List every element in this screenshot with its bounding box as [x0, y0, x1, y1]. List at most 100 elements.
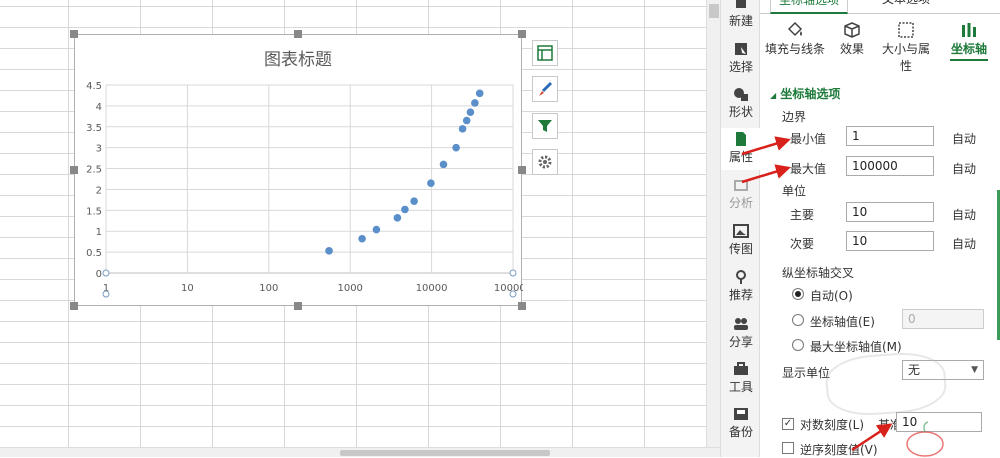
data-point	[401, 205, 409, 214]
tool-tools[interactable]: 工具	[721, 362, 761, 395]
x-tick-label: 100000	[494, 283, 523, 294]
cross-max-label[interactable]: 最大坐标轴值(M)	[810, 338, 902, 355]
y-tick-label: 2.5	[86, 165, 102, 176]
share-icon	[734, 318, 748, 330]
major-auto-button[interactable]: 自动	[952, 206, 976, 223]
reverse-order-label[interactable]: 逆序刻度值(V)	[800, 441, 878, 458]
axis-bars-icon	[962, 23, 976, 37]
resize-handle-tm[interactable]	[294, 30, 302, 38]
subtab-label: 填充与线条	[764, 42, 825, 56]
log-scale-checkbox[interactable]: ✓	[782, 418, 794, 430]
min-auto-button[interactable]: 自动	[952, 130, 976, 147]
resize-handle-ml[interactable]	[70, 166, 78, 174]
resize-handle-mr[interactable]	[518, 166, 526, 174]
y-tick-label: 4.5	[86, 81, 102, 92]
max-value-input[interactable]: 100000	[846, 156, 934, 176]
minor-unit-input[interactable]: 10	[846, 231, 934, 251]
resize-handle-tr[interactable]	[518, 30, 526, 38]
resize-handle-bl[interactable]	[70, 302, 78, 310]
analysis-icon	[734, 180, 748, 191]
min-value-input[interactable]: 1	[846, 126, 934, 146]
size-properties-icon	[898, 22, 914, 38]
recommend-icon	[736, 270, 746, 284]
collapse-triangle-icon: ◢	[770, 91, 777, 100]
y-tick-label: 0	[96, 269, 102, 280]
y-tick-label: 1.5	[86, 206, 102, 217]
y-tick-label: 3	[96, 144, 102, 155]
chart-settings-icon	[538, 155, 552, 169]
tool-upload-image[interactable]: 传图	[721, 224, 761, 257]
x-tick-label: 10000	[416, 283, 448, 294]
max-auto-button[interactable]: 自动	[952, 160, 976, 177]
cross-auto-label[interactable]: 自动(O)	[810, 287, 853, 304]
vertical-scroll-thumb[interactable]	[709, 4, 719, 18]
log-scale-label[interactable]: 对数刻度(L)	[800, 416, 864, 433]
upload-image-icon	[733, 224, 749, 238]
tool-label: 工具	[728, 380, 753, 394]
backup-icon	[734, 408, 748, 420]
cross-axis-value-input[interactable]: 0	[902, 309, 984, 329]
chart-style-button[interactable]	[532, 76, 558, 102]
units-label: 单位	[782, 184, 807, 198]
subtab-size-properties[interactable]: 大小与属性	[878, 22, 934, 74]
pane-tab-bar: 坐标轴选项 文本选项	[760, 0, 1000, 14]
chart-elements-button[interactable]	[532, 40, 558, 66]
subtab-fill-line[interactable]: 填充与线条	[764, 22, 826, 57]
side-toolbar: 新建 选择 形状 属性 分析 传图 推荐 分享 工具 备份	[720, 0, 761, 457]
subtab-axis[interactable]: 坐标轴	[950, 22, 988, 61]
tools-icon	[734, 362, 748, 375]
tool-shape[interactable]: 形状	[721, 87, 761, 120]
tool-label: 推荐	[728, 288, 753, 302]
cross-auto-radio[interactable]	[792, 288, 804, 300]
axis-options-section[interactable]: ◢ 坐标轴选项	[770, 85, 840, 102]
horizontal-scrollbar[interactable]	[0, 447, 720, 457]
tab-text-options[interactable]: 文本选项	[874, 0, 938, 14]
max-label: 最大值	[790, 162, 827, 176]
reverse-order-checkbox[interactable]	[782, 442, 794, 454]
tool-backup[interactable]: 备份	[721, 407, 761, 440]
tool-analysis[interactable]: 分析	[721, 178, 761, 211]
cube-icon	[844, 22, 860, 38]
watermark-mascot-icon	[906, 421, 944, 457]
chart-plot-area: 00.511.522.533.544.51 10 100 1000 10000 10000…	[86, 81, 523, 298]
bounds-label: 边界	[782, 110, 807, 124]
resize-handle-tl[interactable]	[70, 30, 78, 38]
tool-label: 备份	[728, 425, 753, 439]
tool-label: 分享	[728, 335, 753, 349]
chart-style-icon	[539, 81, 553, 96]
tool-label: 传图	[728, 242, 753, 256]
chart-filter-button[interactable]	[532, 113, 558, 139]
data-point	[358, 234, 366, 243]
x-tick-label: 1000	[337, 283, 362, 294]
cross-axis-value-radio[interactable]	[792, 314, 804, 326]
subtab-effects[interactable]: 效果	[836, 22, 868, 57]
subtab-label: 大小与属性	[881, 42, 930, 73]
resize-handle-br[interactable]	[518, 302, 526, 310]
tool-label: 形状	[728, 105, 753, 119]
tool-recommend[interactable]: 推荐	[721, 270, 761, 303]
chart-filter-icon	[538, 120, 552, 132]
scatter-chart[interactable]: 图表标题 0 0.5 1 1.5 2 2.5 3 3.5 4 4.5 1 10 100 1000 10000…	[74, 34, 523, 306]
cross-max-radio[interactable]	[792, 339, 804, 351]
data-point	[462, 116, 471, 125]
y-tick-label: 1	[96, 227, 102, 238]
y-tick-label: 4	[96, 102, 102, 113]
min-label: 最小值	[790, 132, 827, 146]
data-point	[410, 197, 418, 205]
data-point	[393, 214, 402, 222]
tool-share[interactable]: 分享	[721, 317, 761, 350]
resize-handle-bm[interactable]	[294, 302, 302, 310]
data-point	[471, 99, 479, 107]
major-label: 主要	[790, 208, 815, 222]
major-unit-input[interactable]: 10	[846, 202, 934, 222]
chart-settings-button[interactable]	[532, 149, 558, 175]
vertical-scrollbar[interactable]	[706, 0, 720, 447]
properties-icon	[736, 132, 746, 146]
minor-auto-button[interactable]: 自动	[952, 235, 976, 252]
tool-select[interactable]: 选择	[721, 42, 761, 75]
tool-new[interactable]: 新建	[721, 0, 761, 29]
horizontal-scroll-thumb[interactable]	[340, 450, 550, 456]
tool-properties[interactable]: 属性	[721, 128, 761, 170]
tab-axis-options[interactable]: 坐标轴选项	[770, 0, 849, 14]
cross-axis-value-label[interactable]: 坐标轴值(E)	[810, 313, 875, 330]
